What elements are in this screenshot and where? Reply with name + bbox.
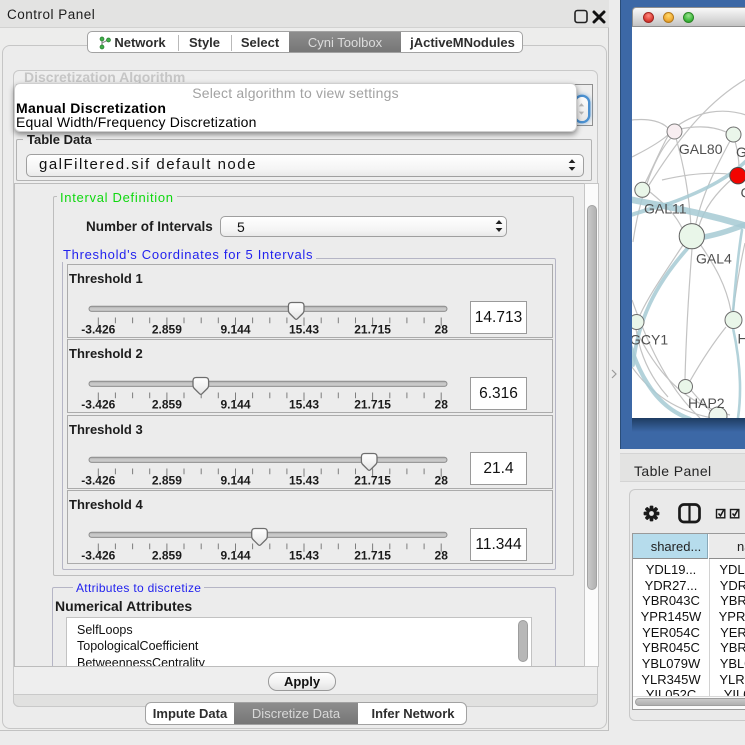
- svg-text:2.859: 2.859: [152, 473, 182, 487]
- svg-text:28: 28: [435, 473, 449, 487]
- svg-text:-3.426: -3.426: [81, 322, 115, 336]
- svg-text:-3.426: -3.426: [81, 473, 115, 487]
- svg-text:-3.426: -3.426: [81, 549, 115, 563]
- svg-text:GAL11: GAL11: [644, 201, 687, 217]
- svg-text:28: 28: [435, 322, 449, 336]
- svg-text:9.144: 9.144: [220, 473, 250, 487]
- svg-text:9.144: 9.144: [220, 398, 250, 412]
- svg-text:15.43: 15.43: [289, 549, 319, 563]
- svg-text:2.859: 2.859: [152, 322, 182, 336]
- svg-text:28: 28: [435, 549, 449, 563]
- svg-text:21.715: 21.715: [354, 549, 391, 563]
- svg-text:15.43: 15.43: [289, 398, 319, 412]
- svg-text:15.43: 15.43: [289, 473, 319, 487]
- svg-text:GAL4: GAL4: [696, 251, 732, 267]
- svg-text:C: C: [741, 185, 745, 201]
- svg-text:28: 28: [435, 398, 449, 412]
- svg-text:2.859: 2.859: [152, 549, 182, 563]
- svg-text:21.715: 21.715: [354, 473, 391, 487]
- svg-text:H: H: [738, 331, 745, 347]
- svg-text:HAP2: HAP2: [688, 395, 725, 411]
- svg-text:21.715: 21.715: [354, 322, 391, 336]
- svg-text:-3.426: -3.426: [81, 398, 115, 412]
- svg-text:GAL80: GAL80: [679, 141, 723, 157]
- svg-text:GA: GA: [736, 144, 745, 160]
- svg-text:21.715: 21.715: [354, 398, 391, 412]
- svg-text:9.144: 9.144: [220, 322, 250, 336]
- svg-text:9.144: 9.144: [220, 549, 250, 563]
- svg-text:GCY1: GCY1: [632, 332, 668, 348]
- svg-text:15.43: 15.43: [289, 322, 319, 336]
- svg-text:2.859: 2.859: [152, 398, 182, 412]
